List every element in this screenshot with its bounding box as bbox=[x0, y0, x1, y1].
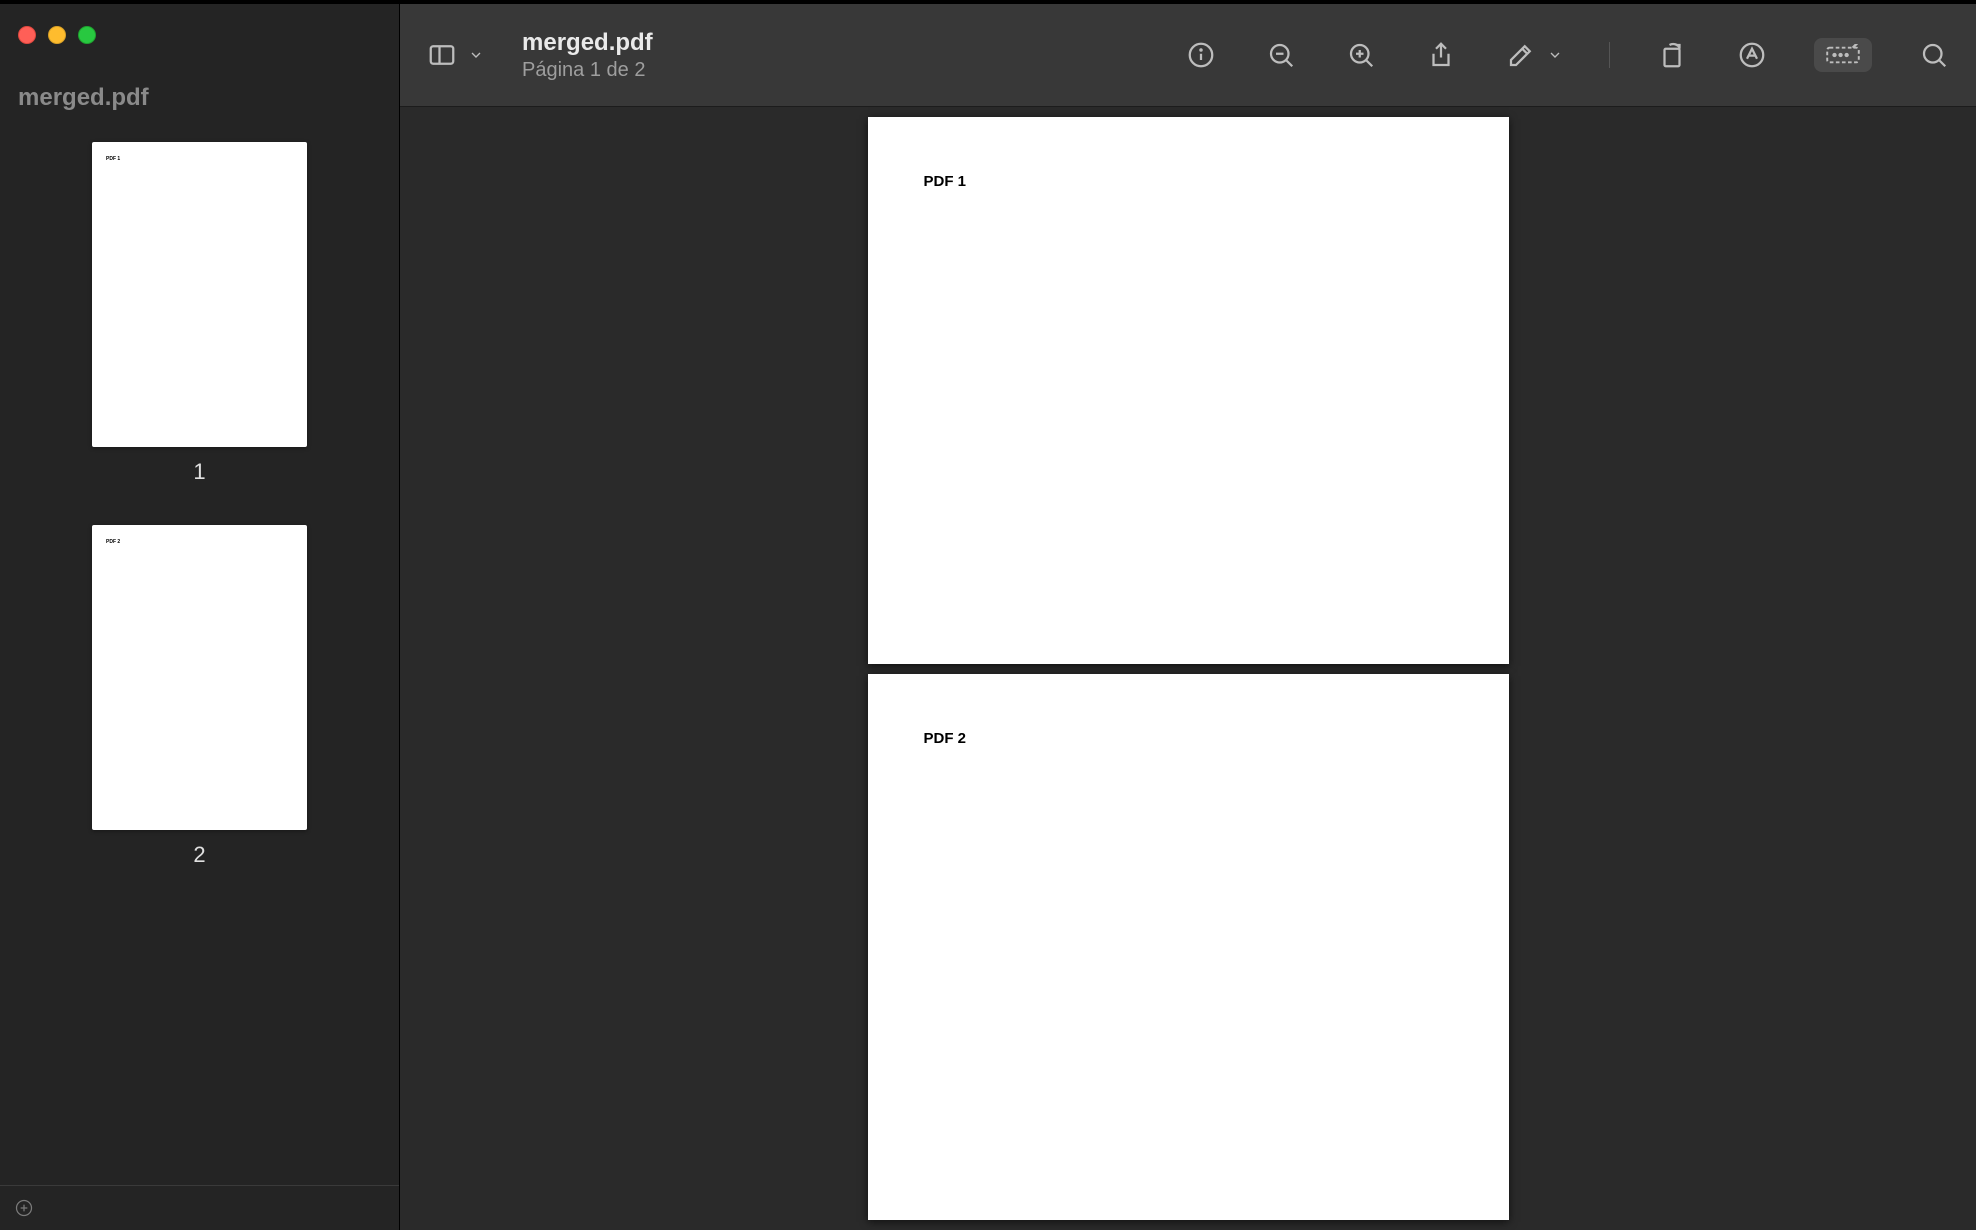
highlight-menu-button[interactable] bbox=[1545, 37, 1565, 73]
thumbnail-page-preview: PDF 2 bbox=[92, 525, 307, 830]
toolbar: merged.pdf Página 1 de 2 bbox=[400, 4, 1976, 107]
thumbnail-page-text: PDF 1 bbox=[106, 156, 120, 162]
fullscreen-window-button[interactable] bbox=[78, 26, 96, 44]
rotate-button[interactable] bbox=[1654, 37, 1690, 73]
form-fill-button[interactable] bbox=[1814, 38, 1872, 72]
page-indicator: Página 1 de 2 bbox=[522, 59, 653, 82]
sidebar-footer bbox=[0, 1185, 399, 1230]
thumbnail-page-number: 2 bbox=[193, 842, 205, 868]
pdf-page[interactable]: PDF 1 bbox=[868, 117, 1509, 664]
thumbnail-page-preview: PDF 1 bbox=[92, 142, 307, 447]
markup-button[interactable] bbox=[1734, 37, 1770, 73]
search-button[interactable] bbox=[1916, 37, 1952, 73]
window-controls bbox=[0, 4, 399, 44]
document-title: merged.pdf bbox=[522, 29, 653, 57]
zoom-in-button[interactable] bbox=[1343, 37, 1379, 73]
close-window-button[interactable] bbox=[18, 26, 36, 44]
zoom-out-button[interactable] bbox=[1263, 37, 1299, 73]
minimize-window-button[interactable] bbox=[48, 26, 66, 44]
toolbar-separator bbox=[1609, 42, 1610, 68]
thumbnail-page-text: PDF 2 bbox=[106, 539, 120, 545]
document-canvas[interactable]: PDF 1 PDF 2 bbox=[400, 107, 1976, 1230]
thumbnail-item[interactable]: PDF 2 2 bbox=[92, 510, 307, 883]
sidebar-toggle-button[interactable] bbox=[424, 37, 460, 73]
thumbnails-sidebar: merged.pdf PDF 1 1 PDF 2 2 bbox=[0, 4, 400, 1230]
view-menu-button[interactable] bbox=[466, 37, 486, 73]
highlight-button[interactable] bbox=[1503, 37, 1539, 73]
add-page-button[interactable] bbox=[14, 1198, 34, 1218]
sidebar-document-title: merged.pdf bbox=[0, 44, 399, 112]
thumbnail-item[interactable]: PDF 1 1 bbox=[92, 127, 307, 500]
document-title-block: merged.pdf Página 1 de 2 bbox=[522, 29, 653, 82]
pdf-page[interactable]: PDF 2 bbox=[868, 674, 1509, 1221]
thumbnail-page-number: 1 bbox=[193, 459, 205, 485]
thumbnail-list: PDF 1 1 PDF 2 2 bbox=[0, 112, 399, 1185]
page-text: PDF 2 bbox=[924, 730, 967, 747]
share-button[interactable] bbox=[1423, 37, 1459, 73]
info-button[interactable] bbox=[1183, 37, 1219, 73]
page-text: PDF 1 bbox=[924, 173, 967, 190]
